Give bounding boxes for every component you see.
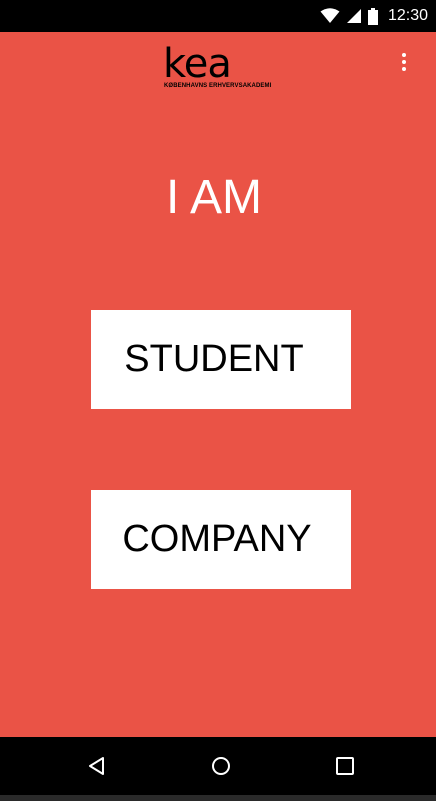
nav-bottom-strip [0, 795, 436, 801]
logo-subtitle: KØBENHAVNS ERHVERVSAKADEMI [164, 83, 272, 89]
menu-dot [402, 60, 406, 64]
back-icon [89, 757, 104, 775]
status-time: 12:30 [387, 7, 428, 24]
back-button[interactable] [67, 737, 127, 795]
page-title: I AM [165, 171, 263, 224]
status-bar: 12:30 [0, 0, 436, 32]
recents-icon [336, 757, 354, 775]
kea-logo: kea KØBENHAVNS ERHVERVSAKADEMI [162, 41, 280, 92]
logo-text: kea [163, 41, 232, 87]
recents-button[interactable] [315, 737, 375, 795]
wifi-icon [320, 8, 340, 23]
more-vertical-icon[interactable] [392, 50, 416, 74]
student-button-label: STUDENT [124, 338, 304, 380]
home-button[interactable] [191, 737, 251, 795]
cell-signal-icon [346, 9, 361, 23]
student-button[interactable]: STUDENT [91, 310, 351, 409]
company-button-label: COMPANY [122, 518, 312, 560]
app-screen: kea KØBENHAVNS ERHVERVSAKADEMI I AM STUD… [0, 32, 436, 737]
company-button[interactable]: COMPANY [91, 490, 351, 589]
menu-dot [402, 53, 406, 57]
home-icon [212, 757, 230, 775]
battery-icon [367, 7, 378, 25]
navigation-bar [0, 737, 436, 801]
status-icons: 12:30 [320, 0, 428, 32]
menu-dot [402, 67, 406, 71]
